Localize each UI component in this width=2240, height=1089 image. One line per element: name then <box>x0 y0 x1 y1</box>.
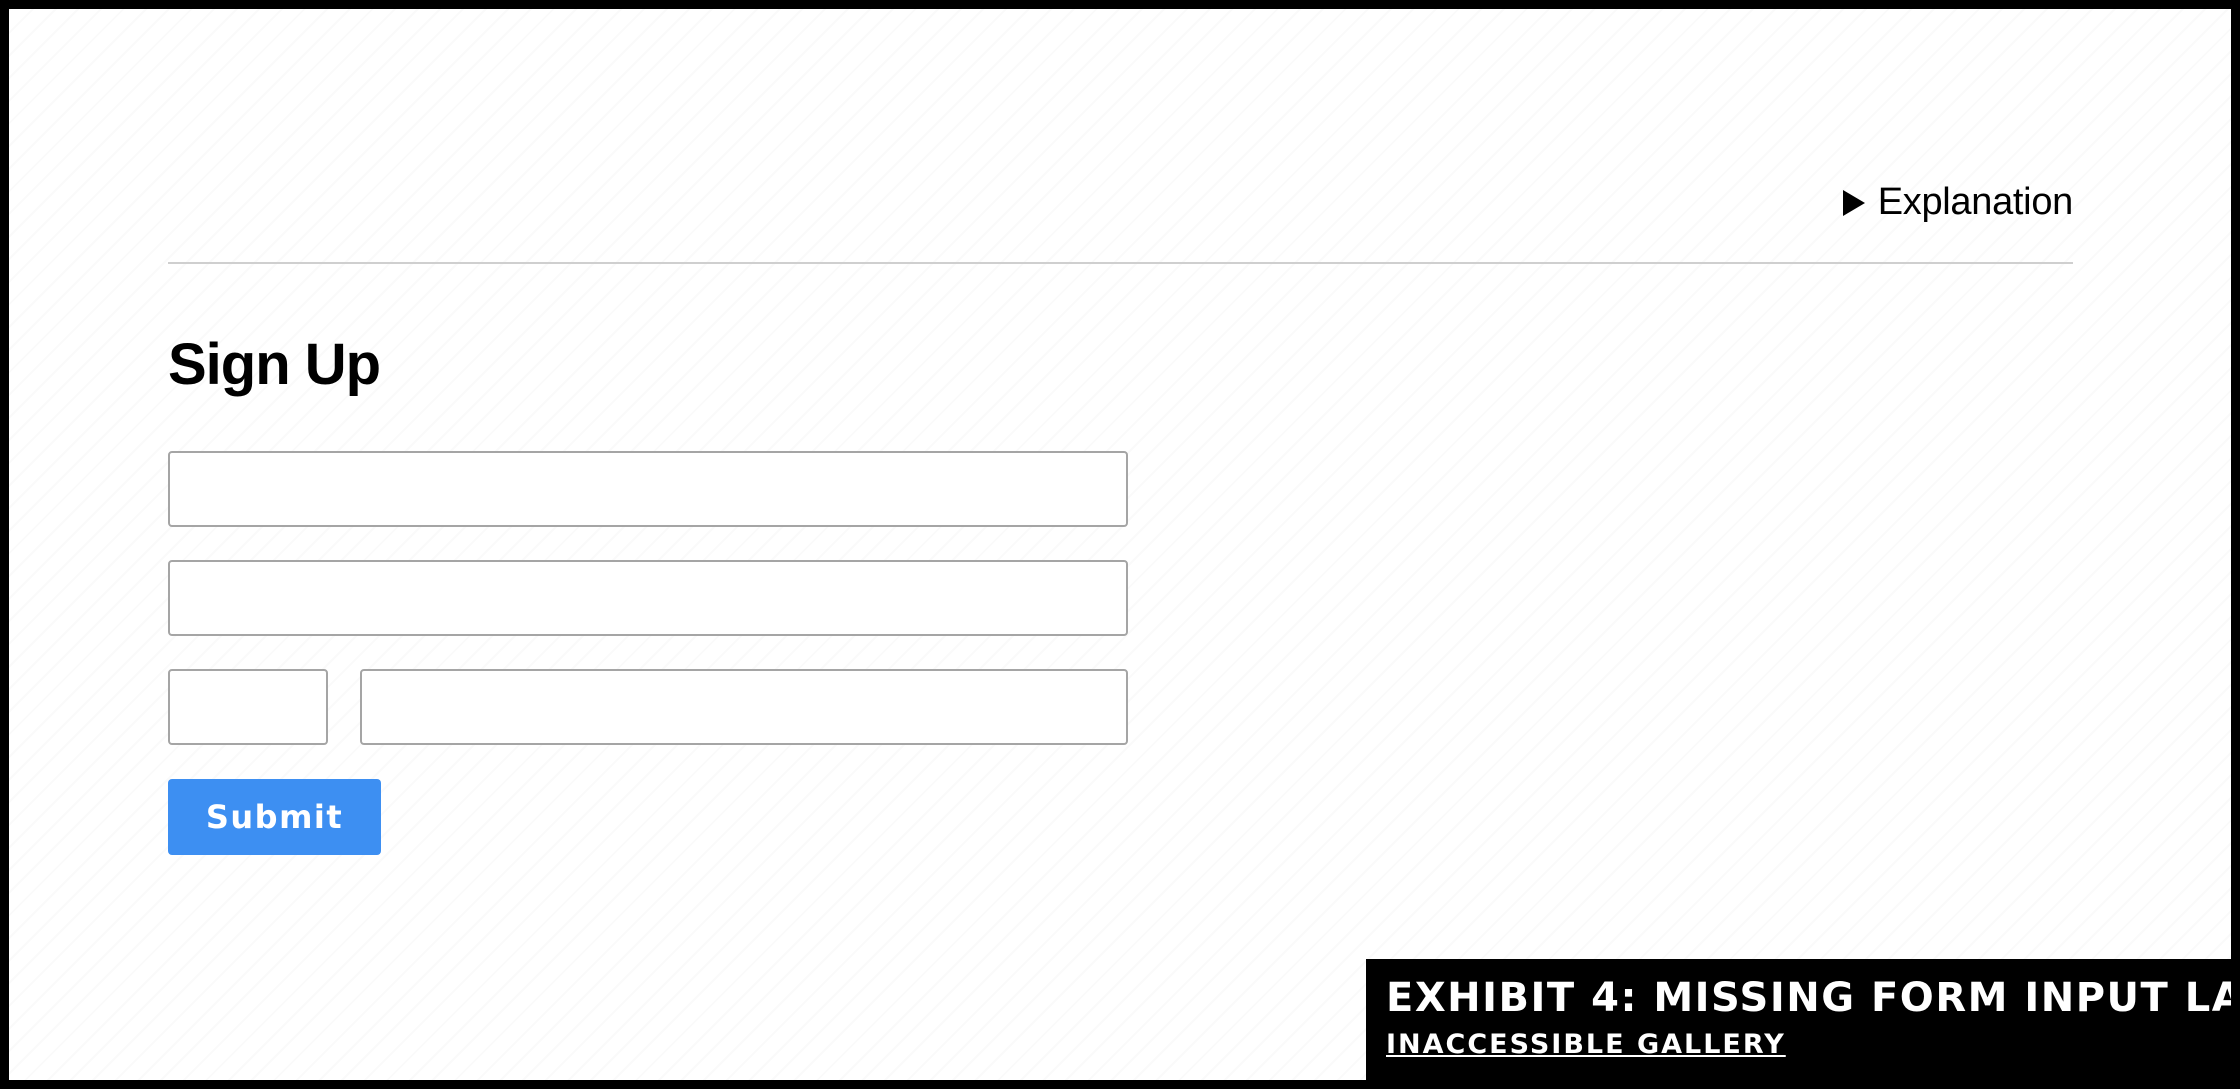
explanation-label: Explanation <box>1877 181 2074 223</box>
disclosure-triangle-icon <box>1842 189 1865 216</box>
gallery-link[interactable]: INACCESSIBLE GALLERY <box>1386 1029 1786 1060</box>
explanation-toggle[interactable]: Explanation <box>1842 181 2074 224</box>
page-frame: Explanation Sign Up Submit EXHIBIT 4: MI… <box>9 9 2231 1080</box>
divider <box>168 262 2073 264</box>
unlabeled-input-2[interactable] <box>168 560 1128 636</box>
exhibit-title: EXHIBIT 4: MISSING FORM INPUT LABELS <box>1386 975 2231 1021</box>
exhibit-caption-panel: EXHIBIT 4: MISSING FORM INPUT LABELS INA… <box>1366 959 2231 1080</box>
unlabeled-input-4[interactable] <box>360 669 1128 745</box>
unlabeled-input-short[interactable] <box>168 669 328 745</box>
page-title: Sign Up <box>168 332 381 397</box>
unlabeled-input-1[interactable] <box>168 451 1128 527</box>
submit-button[interactable]: Submit <box>168 779 381 855</box>
